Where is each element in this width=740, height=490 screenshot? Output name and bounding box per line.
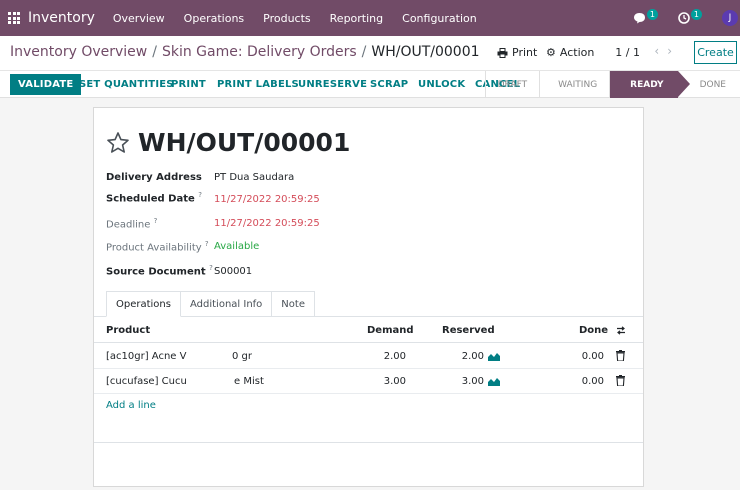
top-navbar: Inventory Overview Operations Products R… xyxy=(0,0,740,36)
printer-icon xyxy=(497,47,508,58)
tab-operations[interactable]: Operations xyxy=(106,291,181,317)
redaction-mask xyxy=(194,394,224,420)
scheduled-date-value[interactable]: 11/27/2022 20:59:25 xyxy=(214,194,320,205)
gear-icon: ⚙ xyxy=(546,46,556,59)
stage-pipeline: DRAFT WAITING READY DONE xyxy=(484,71,740,98)
tab-note[interactable]: Note xyxy=(272,291,315,317)
deadline-value[interactable]: 11/27/2022 20:59:25 xyxy=(214,218,320,229)
breadcrumb-inventory-overview[interactable]: Inventory Overview xyxy=(10,44,147,60)
deadline-label-text: Deadline xyxy=(106,219,151,231)
product-availability-label-text: Product Availability xyxy=(106,242,202,254)
trash-icon[interactable] xyxy=(616,375,625,386)
table-row[interactable]: [ac10gr] Acne V 0 gr 2.00 2.00 0.00 xyxy=(94,344,643,369)
redaction-mask xyxy=(204,347,232,367)
help-tooltip-icon[interactable]: ? xyxy=(209,264,213,272)
pager-arrows: ‹› xyxy=(654,44,680,58)
source-document-value[interactable]: S00001 xyxy=(214,266,252,277)
stage-ready: READY xyxy=(609,71,691,98)
print-menu-button[interactable]: Print xyxy=(497,46,537,59)
help-tooltip-icon[interactable]: ? xyxy=(205,240,209,248)
control-panel: Inventory Overview / Skin Game: Delivery O… xyxy=(0,36,740,71)
breadcrumb-separator: / xyxy=(152,44,157,60)
activities-count-badge: 1 xyxy=(690,8,702,20)
notebook-tabs: Operations Additional Info Note xyxy=(106,291,315,317)
add-a-line-link[interactable]: Add a line xyxy=(106,400,156,411)
product-availability-label: Product Availability ? xyxy=(106,240,209,253)
source-document-label-text: Source Document xyxy=(106,266,206,278)
product-cell: [cucufase] Cucu xyxy=(106,376,187,387)
product-cell-suffix: 0 gr xyxy=(232,351,252,362)
operations-table-header: Product Demand Reserved Done xyxy=(94,317,643,343)
done-cell[interactable]: 0.00 xyxy=(544,351,604,362)
column-reserved[interactable]: Reserved xyxy=(442,325,495,336)
source-document-label: Source Document ? xyxy=(106,264,213,277)
delivery-address-label: Delivery Address xyxy=(106,172,202,183)
menu-operations[interactable]: Operations xyxy=(184,12,244,25)
help-tooltip-icon[interactable]: ? xyxy=(198,191,202,199)
breadcrumb-separator: / xyxy=(361,44,367,60)
tab-additional-info[interactable]: Additional Info xyxy=(180,291,273,317)
chevron-right-icon[interactable]: › xyxy=(667,44,680,58)
chat-bubble-icon xyxy=(633,13,645,24)
stage-done: DONE xyxy=(699,79,726,90)
column-product[interactable]: Product xyxy=(106,325,150,336)
menu-products[interactable]: Products xyxy=(263,12,311,25)
menu-reporting[interactable]: Reporting xyxy=(330,12,383,25)
star-icon[interactable] xyxy=(106,131,130,155)
delivery-address-value[interactable]: PT Dua Saudara xyxy=(214,172,294,183)
reserved-cell: 2.00 xyxy=(461,351,484,362)
apps-grid-icon[interactable] xyxy=(8,12,20,24)
demand-cell: 2.00 xyxy=(383,351,406,362)
redaction-mask xyxy=(202,372,234,392)
column-demand[interactable]: Demand xyxy=(367,325,414,336)
forecast-chart-icon[interactable] xyxy=(488,352,500,361)
menu-overview[interactable]: Overview xyxy=(113,12,165,25)
action-menu-button[interactable]: ⚙ Action xyxy=(546,46,594,59)
demand-cell: 3.00 xyxy=(383,376,406,387)
stage-waiting: WAITING xyxy=(539,71,609,98)
product-cell-suffix: e Mist xyxy=(234,376,264,387)
optional-columns-toggle-icon[interactable] xyxy=(616,326,626,335)
column-done[interactable]: Done xyxy=(579,325,608,336)
pager-value[interactable]: 1 / 1 xyxy=(615,46,640,59)
product-availability-value: Available xyxy=(214,241,260,252)
user-avatar[interactable]: J xyxy=(722,10,738,26)
sheet-divider xyxy=(94,442,643,443)
menu-configuration[interactable]: Configuration xyxy=(402,12,477,25)
action-label: Action xyxy=(559,46,595,59)
scheduled-date-label-text: Scheduled Date xyxy=(106,193,195,205)
product-cell: [ac10gr] Acne V xyxy=(106,351,187,362)
status-bar: VALIDATE SET QUANTITIES PRINT PRINT LABE… xyxy=(0,71,740,98)
clock-icon xyxy=(678,12,690,24)
breadcrumb-current-record: WH/OUT/00001 xyxy=(371,44,480,60)
reserved-cell: 3.00 xyxy=(461,376,484,387)
print-label: Print xyxy=(512,46,538,59)
create-button[interactable]: Create xyxy=(694,41,737,64)
messages-button[interactable]: 1 xyxy=(633,8,658,24)
stage-draft: DRAFT xyxy=(484,71,540,98)
done-cell[interactable]: 0.00 xyxy=(544,376,604,387)
app-name[interactable]: Inventory xyxy=(28,10,95,26)
forecast-chart-icon[interactable] xyxy=(488,377,500,386)
print-button[interactable]: PRINT xyxy=(163,74,214,95)
help-tooltip-icon[interactable]: ? xyxy=(154,217,158,225)
deadline-label: Deadline ? xyxy=(106,217,157,230)
messages-count-badge: 1 xyxy=(646,8,658,20)
form-sheet: WH/OUT/00001 Delivery Address PT Dua Sau… xyxy=(93,107,644,487)
trash-icon[interactable] xyxy=(616,350,625,361)
record-title: WH/OUT/00001 xyxy=(138,128,351,157)
activities-button[interactable]: 1 xyxy=(678,8,702,24)
breadcrumb: Inventory Overview / Skin Game: Delivery O… xyxy=(10,44,480,60)
scheduled-date-label: Scheduled Date ? xyxy=(106,191,202,204)
unlock-button[interactable]: UNLOCK xyxy=(410,74,473,95)
scrap-button[interactable]: SCRAP xyxy=(362,74,416,95)
table-row[interactable]: [cucufase] Cucu e Mist 3.00 3.00 0.00 xyxy=(94,369,643,394)
chevron-left-icon[interactable]: ‹ xyxy=(654,44,667,58)
breadcrumb-delivery-orders[interactable]: Skin Game: Delivery Orders xyxy=(162,44,357,60)
